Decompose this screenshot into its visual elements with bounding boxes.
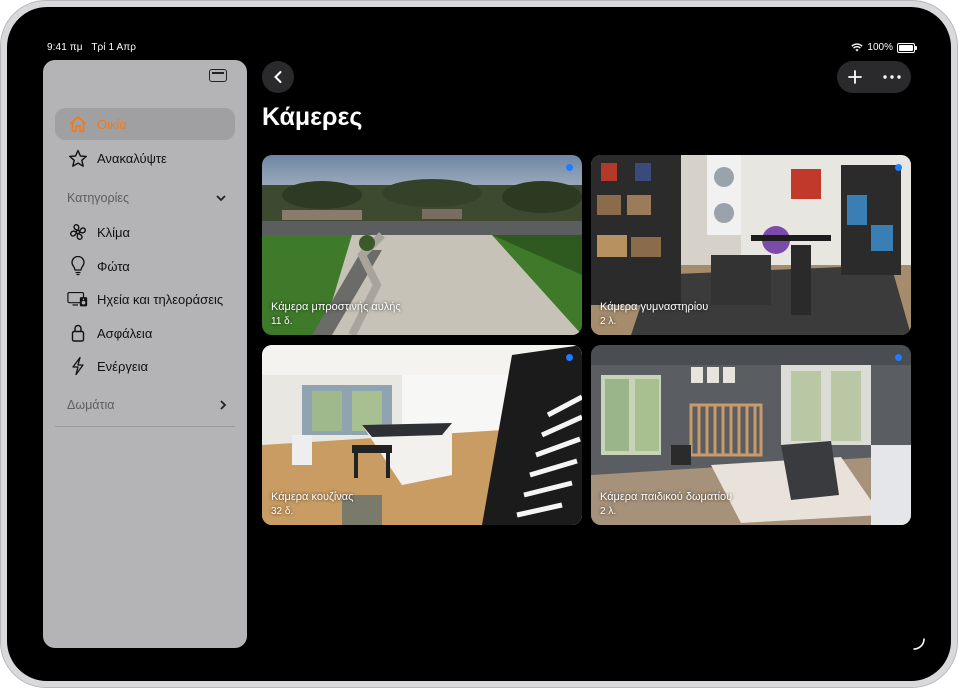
camera-card-gym[interactable]: Κάμερα γυμναστηρίου 2 λ.: [591, 155, 911, 335]
battery-icon: [897, 42, 917, 53]
sidebar-item-label: Οικία: [97, 116, 127, 132]
section-divider: [55, 426, 235, 427]
house-icon: [67, 113, 89, 135]
sidebar-item-speakers-tv[interactable]: Ηχεία και τηλεοράσεις: [55, 283, 235, 315]
sidebar-item-label: Φώτα: [97, 258, 130, 274]
sidebar-item-label: Ασφάλεια: [97, 325, 153, 341]
add-button[interactable]: [847, 70, 862, 84]
lightbulb-icon: [67, 255, 89, 277]
camera-name: Κάμερα μπροστινής αυλής: [271, 301, 401, 313]
bolt-icon: [67, 355, 89, 377]
corner-indicator-icon: [913, 638, 925, 650]
sidebar-item-climate[interactable]: Κλίμα: [55, 216, 235, 248]
camera-card-kitchen[interactable]: Κάμερα κουζίνας 32 δ.: [262, 345, 582, 525]
status-date: Τρί 1 Απρ: [91, 42, 137, 53]
sidebar-item-label: Ηχεία και τηλεοράσεις: [97, 291, 224, 307]
wifi-icon: [851, 43, 864, 52]
camera-time: 2 λ.: [600, 316, 617, 327]
live-indicator: [895, 164, 902, 171]
status-bar-left: 9:41 πμ Τρί 1 Απρ: [47, 42, 142, 53]
sidebar-item-label: Ενέργεια: [97, 358, 149, 374]
camera-time: 11 δ.: [271, 316, 293, 327]
sidebar-item-home[interactable]: Οικία: [55, 108, 235, 140]
sidebar-item-label: Ανακαλύψτε: [97, 150, 167, 166]
chevron-down-icon: [216, 195, 226, 202]
rooms-section-header[interactable]: Δωμάτια: [67, 398, 227, 412]
sidebar-item-energy[interactable]: Ενέργεια: [55, 350, 235, 382]
sidebar-item-label: Κλίμα: [97, 224, 131, 240]
camera-name: Κάμερα κουζίνας: [271, 491, 354, 503]
sidebar: Οικία Ανακαλύψτε Κατηγορίες Κλίμα Φώτα Η…: [43, 60, 247, 648]
status-bar-right: 100%: [851, 42, 917, 53]
battery-percent: 100%: [867, 42, 893, 53]
live-indicator: [566, 354, 573, 361]
camera-name: Κάμερα γυμναστηρίου: [600, 301, 709, 313]
camera-card-front-yard[interactable]: Κάμερα μπροστινής αυλής 11 δ.: [262, 155, 582, 335]
ipad-frame: 9:41 πμ Τρί 1 Απρ 100% Οικία Ανακαλύψτε …: [0, 0, 958, 688]
categories-section-header[interactable]: Κατηγορίες: [67, 191, 227, 205]
camera-time: 2 λ.: [600, 506, 617, 517]
camera-name: Κάμερα παιδικού δωματίου: [600, 491, 733, 503]
sidebar-item-discover[interactable]: Ανακαλύψτε: [55, 142, 235, 174]
live-indicator: [895, 354, 902, 361]
rooms-header-label: Δωμάτια: [67, 398, 115, 412]
toolbar-actions: [837, 61, 911, 93]
sidebar-toggle-icon[interactable]: [209, 69, 227, 82]
screen: 9:41 πμ Τρί 1 Απρ 100% Οικία Ανακαλύψτε …: [7, 7, 951, 681]
chevron-left-icon: [274, 71, 282, 83]
sidebar-item-lights[interactable]: Φώτα: [55, 250, 235, 282]
more-button[interactable]: [882, 75, 901, 79]
live-indicator: [566, 164, 573, 171]
status-time: 9:41 πμ: [47, 42, 83, 53]
back-button[interactable]: [262, 61, 294, 93]
page-title: Κάμερες: [262, 103, 363, 131]
fan-icon: [67, 221, 89, 243]
camera-card-nursery[interactable]: Κάμερα παιδικού δωματίου 2 λ.: [591, 345, 911, 525]
sidebar-item-security[interactable]: Ασφάλεια: [55, 317, 235, 349]
chevron-right-icon: [220, 400, 227, 410]
lock-icon: [67, 322, 89, 344]
categories-header-label: Κατηγορίες: [67, 191, 129, 205]
tv-speaker-icon: [67, 288, 89, 310]
camera-time: 32 δ.: [271, 506, 294, 517]
star-icon: [67, 147, 89, 169]
